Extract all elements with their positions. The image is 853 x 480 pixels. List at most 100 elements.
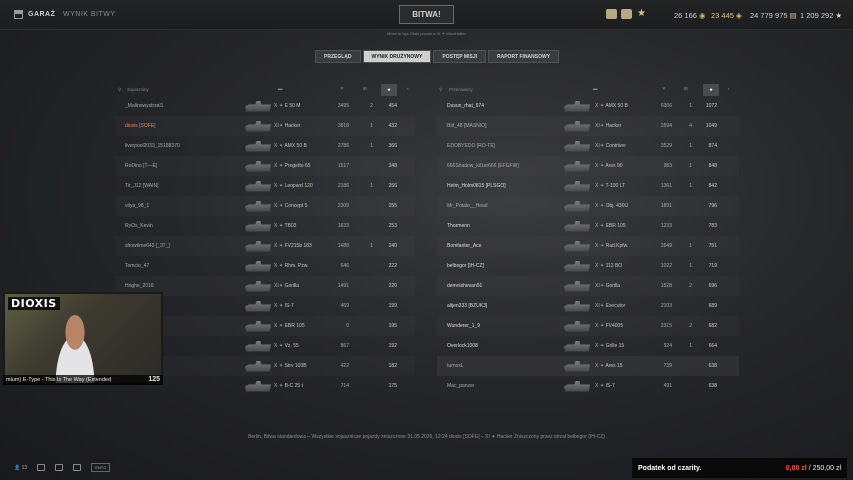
tank-icon [245,180,271,192]
tank-name: ✦ Hacker [279,123,301,129]
player-name[interactable]: alijen333 [BZUK3] [447,303,487,309]
player-name[interactable]: Overlock1008 [447,343,478,349]
player-name[interactable]: Helm_Holm0815 [PLSGO] [447,183,506,189]
player-row[interactable]: dioxis [SOFE] XI ✦ Hacker 3818 1 432 [115,116,415,136]
tank-tier: X [274,363,278,369]
damage-column-icon[interactable]: ✕ [662,86,666,92]
xp-column-icon[interactable]: ★ [381,84,397,96]
tank-column-icon[interactable]: ▬ [593,86,598,91]
players-icon[interactable]: 👤 13 [14,465,27,471]
xp-value: 719 [708,263,717,269]
tank-tier: X [274,203,278,209]
player-row[interactable]: Helm_Holm0815 [PLSGO] X ✦ T-100 LT 1361 1 842 [437,176,739,196]
player-row[interactable]: Tomcio_47 X ✦ Rhm. Pzw. 646 222 [115,256,415,276]
player-name[interactable]: Mr_Potato__Head [447,203,488,209]
player-row[interactable]: Mr_Potato__Head X ✦ Obj. 430U 1891 796 [437,196,739,216]
kills-value: 2 [689,283,692,289]
player-row[interactable]: showtime643 [_37_] X ✦ FV215b 183 1488 1 240 [115,236,415,256]
player-row[interactable]: turnoxL X ✦ Ares 15 739 638 [437,356,739,376]
player-row[interactable]: belbegor [IH-CZ] X ✦ 113 BO 1022 1 719 [437,256,739,276]
garage-icon[interactable] [14,10,23,19]
kills-column-icon[interactable]: ⊞ [684,86,688,92]
player-name[interactable]: _Malinowystrzal1 [125,103,163,109]
xp-value: 175 [388,383,397,389]
xp-value: 220 [388,283,397,289]
tank-icon [564,320,590,332]
gold-display: 23 445 ◈ [711,11,742,20]
damage-column-icon[interactable]: ✕ [340,86,344,92]
player-row[interactable]: _Malinowystrzal1 X ✦ E 50 M 3495 2 454 [115,96,415,116]
player-row[interactable]: Overlock1008 X ✦ Grille 15 924 1 664 [437,336,739,356]
medal-column-icon[interactable]: ♁ [727,86,730,91]
player-name[interactable]: vitya_98_1 [125,203,149,209]
player-row[interactable]: demnishevan91 XI ✦ Gorilla 1528 2 696 [437,276,739,296]
player-name[interactable]: dioxis [SOFE] [125,123,156,129]
tank-name: ✦ Vz. 55 [279,343,299,349]
tank-name: ✦ Obj. 430U [600,203,629,209]
damage-value: 3818 [337,123,349,129]
player-name[interactable]: Tir_J12 [WAIN] [125,183,159,189]
player-name[interactable]: 666Shadow_kil1er666 [EFGFW] [447,163,519,169]
player-name[interactable]: Bomfanter_Ace [447,243,481,249]
xp-value: 182 [388,363,397,369]
xp-value: 1049 [705,123,717,129]
player-name[interactable]: Thormenn [447,223,470,229]
garage-link[interactable]: GARAŻ [28,11,55,18]
player-row[interactable]: vitya_98_1 X ✦ Concept 5 2309 255 [115,196,415,216]
xp-value: 689 [708,303,717,309]
battle-results-link[interactable]: WYNIK BITWY [63,11,116,18]
player-name[interactable]: RyOs_Kevin [125,223,153,229]
player-row[interactable]: Thormenn X ✦ EBR 105 1233 783 [437,216,739,236]
player-row[interactable]: liverpool2033_15188370 X ✦ AMX 50 B 2786 1 36… [115,136,415,156]
medal-column-icon[interactable]: ♁ [406,86,409,91]
player-name[interactable]: belbegor [IH-CZ] [447,263,484,269]
player-row[interactable]: Bomfanter_Ace X ✦ Rad.Kpfw. 2649 1 751 [437,236,739,256]
tank-icon [564,180,590,192]
tank-icon [245,240,271,252]
tank-name: ✦ Gorilla [600,283,621,289]
tank-name: ✦ Rhm. Pzw. [279,263,309,269]
kills-value: 1 [370,143,373,149]
player-row[interactable]: Mac_panzer X ✦ IS-7 491 638 [437,376,739,396]
player-row[interactable]: Wunderer_1_9 X ✦ FV4005 2315 2 682 [437,316,739,336]
player-name[interactable]: RoDino [T—E] [125,163,157,169]
player-name[interactable]: showtime643 [_37_] [125,243,170,249]
player-name[interactable]: Hoghe_2016 [125,283,154,289]
player-row[interactable]: RoDino [T—E] X ✦ Progetto 65 1517 348 [115,156,415,176]
chat-icon[interactable] [37,464,46,471]
player-name[interactable]: Mac_panzer [447,383,475,389]
player-name[interactable]: turnoxL [447,363,464,369]
shop-icon[interactable] [621,9,632,19]
tab-team-results[interactable]: WYNIK DRUŻYNOWY [362,50,432,63]
tank-column-icon[interactable]: ▬ [278,86,283,91]
player-row[interactable]: alijen333 [BZUK3] XI ✦ Executor 2103 689 [437,296,739,316]
star-icon[interactable]: ★ [637,8,646,19]
tank-tier: X [274,183,278,189]
damage-value: 2186 [337,183,349,189]
player-name[interactable]: liverpool2033_15188370 [125,143,180,149]
player-name[interactable]: Bitt_48 [MASNIO] [447,123,486,129]
player-row[interactable]: 666Shadow_kil1er666 [EFGFW] X ✦ Ares 90 983… [437,156,739,176]
player-name[interactable]: Wunderer_1_9 [447,323,480,329]
player-row[interactable]: Tir_J12 [WAIN] X ✦ Leopard 120 2186 1 266 [115,176,415,196]
player-row[interactable]: Bitt_48 [MASNIO] XI ✦ Hacker 2594 4 1049 [437,116,739,136]
tab-overview[interactable]: PRZEGLĄD [315,50,361,63]
player-name[interactable]: demnishevan91 [447,283,482,289]
premium-icon[interactable] [606,9,617,19]
player-row[interactable]: Dusun_rhat_674 X ✦ AMX 50 B 6306 1 1072 [437,96,739,116]
player-row[interactable]: RyOs_Kevin X ✦ TB03 1633 253 [115,216,415,236]
player-row[interactable]: EDOBYEDO [RO-TE] XI ✦ Contriver 3529 1 874 [437,136,739,156]
battle-button[interactable]: BITWA! [399,5,454,24]
xp-column-icon[interactable]: ★ [703,84,719,96]
tag-badge[interactable]: ENTG [91,463,111,472]
kills-value: 1 [689,103,692,109]
player-name[interactable]: Tomcio_47 [125,263,149,269]
tab-financial-report[interactable]: RAPORT FINANSOWY [488,50,560,63]
tank-icon [245,280,271,292]
platoon-icon[interactable] [55,464,64,471]
player-name[interactable]: EDOBYEDO [RO-TE] [447,143,495,149]
notifications-icon[interactable] [73,464,82,471]
tab-mission-progress[interactable]: POSTĘP MISJI [433,50,486,63]
kills-column-icon[interactable]: ⊞ [363,86,367,92]
player-name[interactable]: Dusun_rhat_674 [447,103,484,109]
